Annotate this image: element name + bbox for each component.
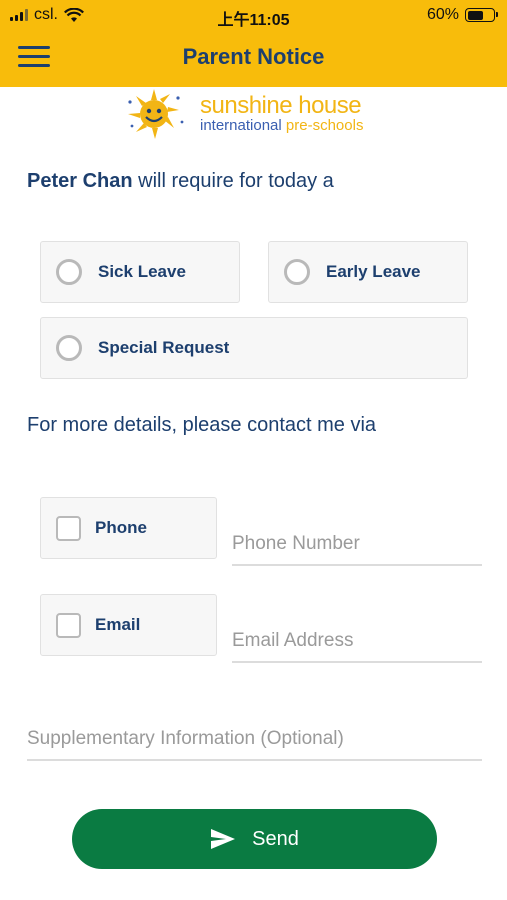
option-label: Phone	[95, 518, 147, 537]
status-right: 60%	[426, 6, 498, 24]
option-label: Special Request	[98, 338, 230, 357]
battery-percent: 60%	[426, 6, 459, 23]
battery-fill	[467, 10, 483, 20]
logo-name: sunshine house	[200, 92, 362, 119]
radio-button[interactable]	[56, 335, 82, 361]
send-button[interactable]: Send	[72, 809, 437, 869]
intro-sentence: will require for today a	[132, 170, 334, 192]
option-label: Email	[95, 615, 141, 634]
page-title: Parent Notice	[182, 44, 325, 69]
supplementary-info-input[interactable]	[27, 719, 482, 761]
sun-face-icon	[128, 89, 184, 139]
option-sick-leave[interactable]: Sick Leave	[40, 241, 240, 303]
option-early-leave[interactable]: Early Leave	[268, 241, 468, 303]
option-label: Sick Leave	[98, 262, 186, 281]
logo-subtitle-part1: international	[200, 117, 286, 134]
child-name: Peter Chan	[27, 170, 133, 192]
contact-phone-option[interactable]: Phone	[40, 497, 217, 559]
app-bar: Parent Notice	[0, 30, 507, 87]
option-label: Early Leave	[326, 262, 421, 281]
phone-number-input[interactable]	[232, 524, 482, 566]
checkbox[interactable]	[56, 515, 81, 541]
checkbox[interactable]	[56, 612, 81, 638]
radio-button[interactable]	[56, 259, 82, 285]
contact-prompt: For more details, please contact me via	[27, 414, 377, 436]
logo-subtitle: international pre-schools	[200, 117, 363, 134]
intro-text: Peter Chan will require for today a	[27, 170, 334, 193]
status-bar: csl. 上午11:05 60%	[0, 0, 507, 30]
option-special-request[interactable]: Special Request	[40, 317, 468, 379]
logo-subtitle-part2: pre-schools	[285, 117, 364, 134]
send-paper-plane-icon	[211, 829, 236, 849]
radio-button[interactable]	[284, 259, 310, 285]
school-logo: sunshine house international pre-schools	[126, 88, 386, 140]
contact-email-option[interactable]: Email	[40, 594, 217, 656]
battery-icon	[465, 8, 498, 22]
email-address-input[interactable]	[232, 621, 482, 663]
send-label: Send	[252, 827, 299, 850]
